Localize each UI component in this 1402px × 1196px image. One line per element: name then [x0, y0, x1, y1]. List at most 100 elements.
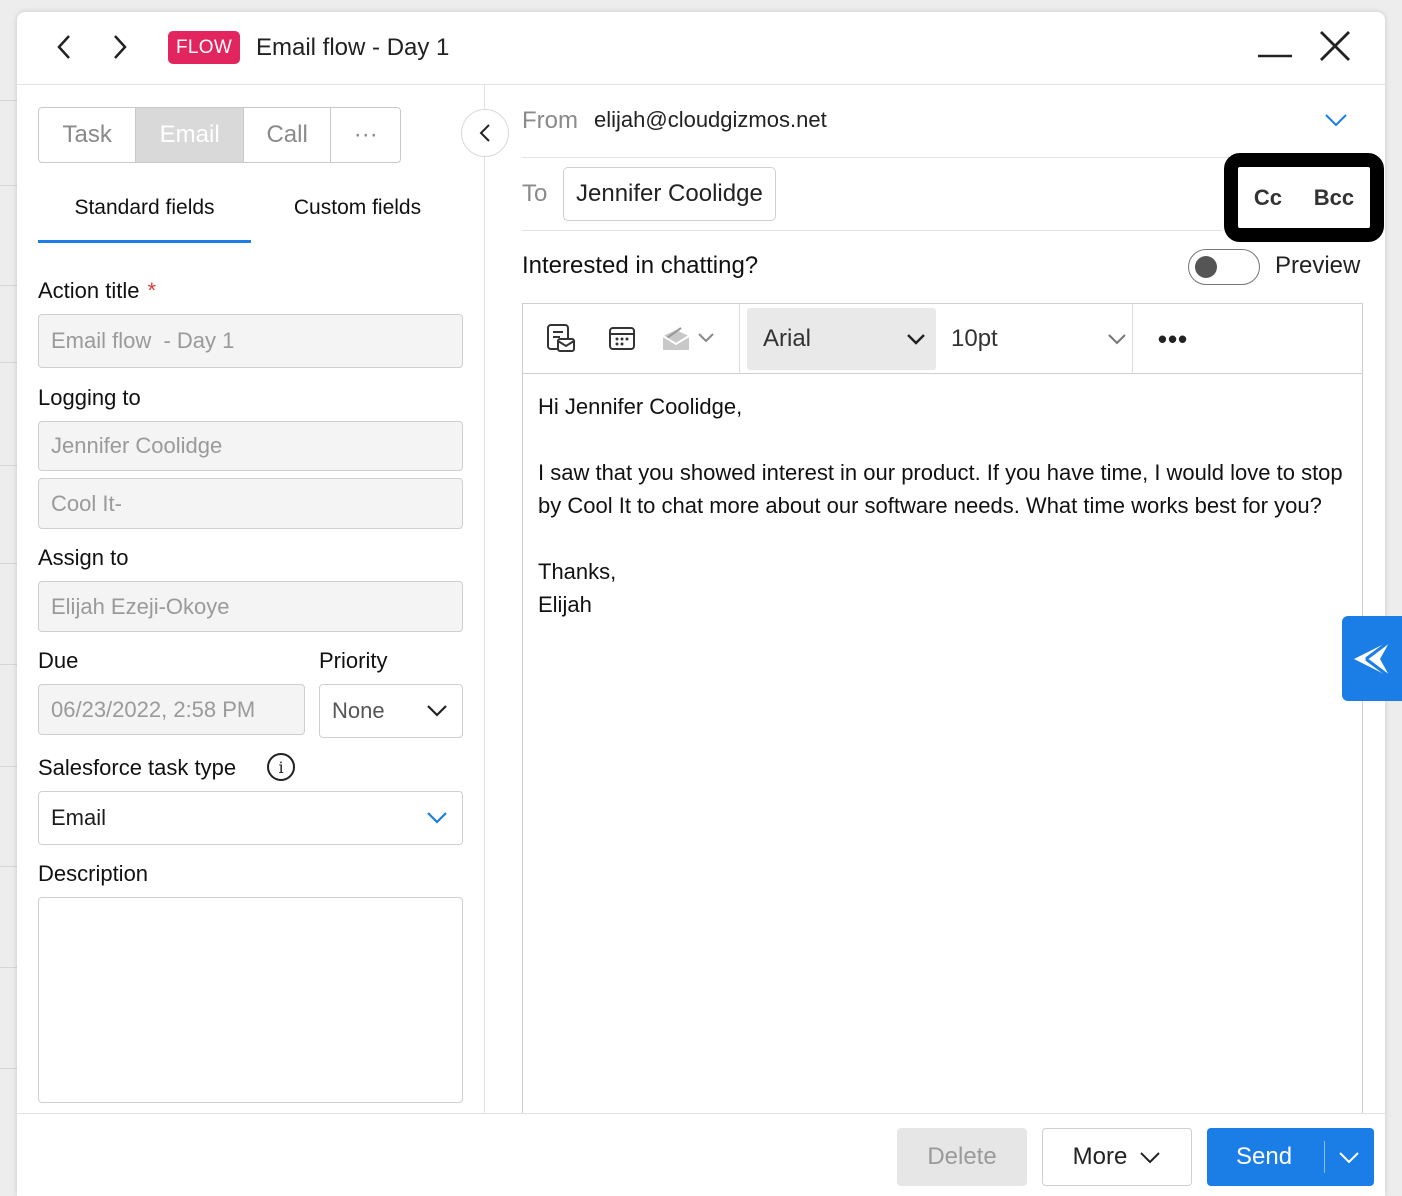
assign-to-value: Elijah Ezeji-Okoye	[51, 593, 230, 619]
body-greeting: Hi Jennifer Coolidge,	[538, 394, 743, 419]
template-button[interactable]	[541, 318, 581, 358]
bcc-button[interactable]: Bcc	[1314, 185, 1354, 211]
priority-select[interactable]: None	[319, 684, 463, 738]
action-title-label: Action title *	[38, 278, 156, 304]
task-type-select[interactable]: Email	[38, 791, 463, 845]
chevron-down-icon	[427, 705, 447, 717]
body-spacer	[538, 522, 1353, 555]
body-signoff: Thanks,	[538, 559, 617, 584]
assign-to-field[interactable]: Elijah Ezeji-Okoye	[38, 581, 463, 632]
chevron-right-icon	[114, 35, 127, 59]
tab-standard-fields[interactable]: Standard fields	[38, 185, 251, 243]
segment-call[interactable]: Call	[244, 108, 332, 162]
next-button[interactable]	[105, 32, 135, 62]
send-button-label: Send	[1236, 1143, 1293, 1170]
divider	[739, 304, 740, 374]
preview-toggle[interactable]	[1188, 249, 1260, 285]
chevron-down-icon	[427, 812, 447, 824]
close-icon	[1320, 31, 1350, 61]
chevron-down-icon	[1325, 114, 1347, 127]
subject-field[interactable]: Interested in chatting?	[522, 252, 758, 280]
email-editor: Arial 10pt ••• Hi Jennifer Coolidge, I s…	[522, 303, 1363, 1113]
logging-to-contact-field[interactable]: Jennifer Coolidge	[38, 421, 463, 471]
assign-to-label: Assign to	[38, 545, 129, 570]
chevron-left-icon	[57, 35, 70, 59]
from-label: From	[522, 107, 578, 134]
from-value: elijah@cloudgizmos.net	[594, 107, 827, 132]
collapse-panel-button[interactable]	[461, 109, 509, 157]
font-size-select[interactable]: 10pt	[941, 308, 1133, 370]
segment-email[interactable]: Email	[136, 108, 244, 162]
action-type-segmented-control: Task Email Call ···	[38, 107, 401, 163]
cc-bcc-group: Cc Bcc	[1224, 153, 1384, 242]
minimize-icon	[1258, 54, 1292, 58]
action-title-input[interactable]: Email flow - Day 1	[38, 314, 463, 368]
action-title-value: Email flow - Day 1	[51, 328, 235, 353]
previous-button[interactable]	[49, 32, 79, 62]
tab-custom-fields[interactable]: Custom fields	[251, 185, 464, 243]
calendar-icon	[609, 327, 635, 350]
recipient-chip[interactable]: Jennifer Coolidge	[563, 167, 776, 221]
minimize-button[interactable]	[1255, 42, 1295, 72]
email-body[interactable]: Hi Jennifer Coolidge, I saw that you sho…	[538, 390, 1353, 621]
logging-to-label: Logging to	[38, 385, 141, 410]
priority-value: None	[332, 698, 385, 723]
dialog-header: FLOW Email flow - Day 1	[17, 12, 1385, 85]
task-type-value: Email	[51, 805, 107, 830]
chevron-left-icon	[479, 124, 490, 142]
delete-button[interactable]: Delete	[897, 1128, 1027, 1186]
more-button-label: More	[1072, 1143, 1128, 1170]
description-label: Description	[38, 861, 149, 886]
body-paragraph: I saw that you showed interest in our pr…	[538, 460, 1343, 518]
priority-label: Priority	[319, 648, 388, 673]
description-textarea[interactable]	[38, 897, 463, 1103]
due-label: Due	[38, 648, 79, 673]
action-title-label-text: Action title	[38, 278, 140, 303]
info-icon[interactable]: i	[267, 753, 295, 781]
body-spacer	[538, 423, 1353, 456]
font-family-value: Arial	[763, 325, 812, 352]
toggle-knob	[1195, 256, 1217, 278]
chevron-down-icon[interactable]	[1338, 1151, 1360, 1164]
task-details-panel: Task Email Call ··· Standard fields Cust…	[17, 85, 485, 1113]
segment-task[interactable]: Task	[39, 108, 137, 162]
logging-to-account-value: Cool It-	[51, 490, 122, 516]
chevron-down-icon	[698, 333, 714, 343]
divider	[1132, 304, 1133, 374]
meeting-link-button[interactable]	[602, 318, 642, 358]
logging-to-contact-value: Jennifer Coolidge	[51, 433, 223, 458]
to-label: To	[522, 180, 548, 207]
editor-toolbar: Arial 10pt •••	[523, 304, 1362, 374]
chevron-down-icon	[1140, 1151, 1161, 1163]
more-button[interactable]: More	[1042, 1128, 1192, 1186]
dialog-footer: Delete More Send	[17, 1113, 1385, 1196]
email-template-icon	[547, 324, 575, 352]
divider	[522, 230, 1222, 231]
segment-more[interactable]: ···	[331, 108, 400, 162]
document-send-icon	[662, 327, 690, 350]
flow-badge: FLOW	[168, 31, 241, 64]
due-date-value: 06/23/2022, 2:58 PM	[51, 696, 256, 722]
more-formatting-button[interactable]: •••	[1153, 322, 1193, 356]
task-type-label: Salesforce task type	[38, 755, 237, 780]
divider	[1324, 1141, 1325, 1173]
assistant-logo-icon	[1354, 639, 1391, 678]
insert-content-dropdown[interactable]	[659, 318, 725, 358]
side-widget-button[interactable]	[1342, 616, 1402, 701]
close-button[interactable]	[1315, 26, 1355, 66]
dialog-title: Email flow - Day 1	[256, 34, 450, 61]
cc-button[interactable]: Cc	[1254, 185, 1282, 211]
required-mark: *	[147, 278, 157, 303]
email-compose-panel: From elijah@cloudgizmos.net To Jennifer …	[486, 85, 1385, 1113]
from-dropdown[interactable]	[1324, 113, 1348, 132]
chevron-down-icon	[907, 334, 925, 345]
font-family-select[interactable]: Arial	[747, 308, 936, 370]
body-signature: Elijah	[538, 592, 592, 617]
preview-label: Preview	[1275, 252, 1361, 279]
chevron-down-icon	[1108, 334, 1126, 345]
due-date-field[interactable]: 06/23/2022, 2:58 PM	[38, 684, 305, 735]
send-button[interactable]: Send	[1207, 1128, 1374, 1186]
email-flow-dialog: FLOW Email flow - Day 1 Task Email Call …	[17, 12, 1385, 1196]
font-size-value: 10pt	[951, 325, 998, 352]
logging-to-account-field[interactable]: Cool It-	[38, 478, 463, 529]
